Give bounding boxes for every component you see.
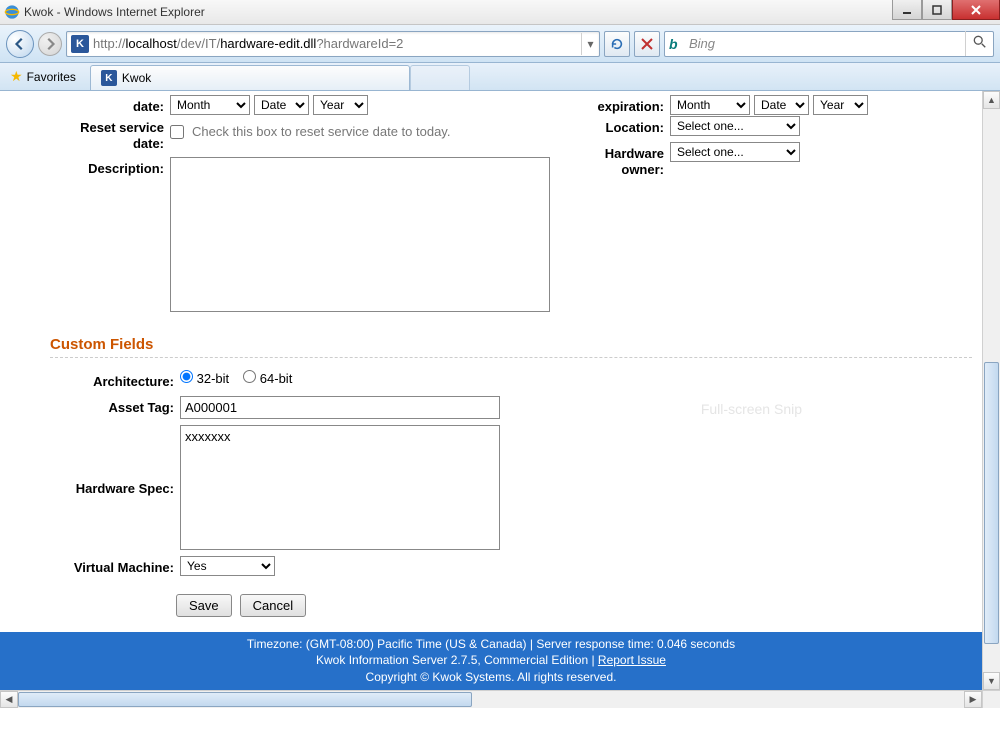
expiration-month-select[interactable]: Month: [670, 95, 750, 115]
stop-icon: [641, 38, 653, 50]
architecture-32bit-radio[interactable]: [180, 370, 193, 383]
window-title: Kwok - Windows Internet Explorer: [24, 5, 205, 19]
page-content: date: Month Date Year Reset servicedate:: [0, 91, 982, 617]
url-text[interactable]: http://localhost/dev/IT/hardware-edit.dl…: [93, 34, 581, 53]
description-label: Description:: [10, 157, 170, 177]
asset-tag-label: Asset Tag:: [20, 396, 180, 416]
reset-service-date-text: Check this box to reset service date to …: [192, 124, 450, 139]
magnifier-icon: [973, 35, 987, 49]
custom-fields-heading: Custom Fields: [50, 336, 972, 355]
architecture-label: Architecture:: [20, 370, 180, 390]
section-divider: [50, 357, 972, 358]
hardware-owner-label: Hardwareowner:: [570, 142, 670, 177]
cancel-button[interactable]: Cancel: [240, 594, 306, 617]
virtual-machine-select[interactable]: Yes: [180, 556, 275, 576]
window-controls: [892, 0, 1000, 20]
scroll-down-icon[interactable]: ▼: [983, 672, 1000, 690]
refresh-icon: [610, 37, 624, 51]
scroll-left-icon[interactable]: ◀: [0, 691, 18, 708]
footer-line1: Timezone: (GMT-08:00) Pacific Time (US &…: [0, 636, 982, 653]
location-label: Location:: [570, 116, 670, 136]
architecture-32bit-option[interactable]: 32-bit: [180, 370, 229, 386]
architecture-64bit-option[interactable]: 64-bit: [243, 370, 292, 386]
footer-line2: Kwok Information Server 2.7.5, Commercia…: [0, 652, 982, 669]
refresh-button[interactable]: [604, 31, 630, 57]
page-viewport: date: Month Date Year Reset servicedate:: [0, 91, 1000, 708]
tab-favicon: K: [101, 70, 117, 86]
expiration-date-select[interactable]: Date: [754, 95, 809, 115]
browser-navbar: K http://localhost/dev/IT/hardware-edit.…: [0, 25, 1000, 63]
site-favicon: K: [71, 35, 89, 53]
stop-button[interactable]: [634, 31, 660, 57]
page-footer: Timezone: (GMT-08:00) Pacific Time (US &…: [0, 632, 982, 690]
save-button[interactable]: Save: [176, 594, 232, 617]
forward-button[interactable]: [38, 32, 62, 56]
expiration-label: expiration:: [570, 95, 670, 115]
tab-title: Kwok: [122, 71, 151, 85]
favorites-button[interactable]: ★ Favorites: [0, 63, 86, 90]
hardware-spec-label: Hardware Spec:: [20, 477, 180, 497]
address-bar[interactable]: K http://localhost/dev/IT/hardware-edit.…: [66, 31, 600, 57]
scrollbar-corner: [982, 690, 1000, 708]
date-month-select[interactable]: Month: [170, 95, 250, 115]
favorites-bar: ★ Favorites K Kwok: [0, 63, 1000, 91]
arrow-left-icon: [13, 37, 27, 51]
new-tab-button[interactable]: [410, 65, 470, 90]
vertical-scrollbar[interactable]: ▲ ▼: [982, 91, 1000, 690]
date-year-select[interactable]: Year: [313, 95, 368, 115]
horizontal-scrollbar[interactable]: ◀ ▶: [0, 690, 982, 708]
window-titlebar: Kwok - Windows Internet Explorer: [0, 0, 1000, 25]
hardware-spec-textarea[interactable]: xxxxxxx: [180, 425, 500, 550]
favorites-label: Favorites: [27, 70, 76, 84]
report-issue-link[interactable]: Report Issue: [598, 653, 666, 667]
location-select[interactable]: Select one...: [670, 116, 800, 136]
back-button[interactable]: [6, 30, 34, 58]
bing-icon: b: [669, 36, 685, 52]
reset-service-date-checkbox[interactable]: [170, 125, 184, 139]
expiration-year-select[interactable]: Year: [813, 95, 868, 115]
date-label: date:: [10, 95, 170, 115]
virtual-machine-label: Virtual Machine:: [20, 556, 180, 576]
maximize-button[interactable]: [922, 0, 952, 20]
search-submit-icon[interactable]: [965, 31, 993, 56]
footer-line3: Copyright © Kwok Systems. All rights res…: [0, 669, 982, 686]
arrow-right-icon: [43, 37, 57, 51]
reset-service-date-label: Reset servicedate:: [10, 116, 170, 151]
address-dropdown-icon[interactable]: ▾: [581, 33, 599, 55]
hardware-owner-select[interactable]: Select one...: [670, 142, 800, 162]
description-textarea[interactable]: [170, 157, 550, 312]
search-bar[interactable]: b: [664, 31, 994, 57]
scroll-up-icon[interactable]: ▲: [983, 91, 1000, 109]
browser-tab[interactable]: K Kwok: [90, 65, 410, 90]
close-button[interactable]: [952, 0, 1000, 20]
vertical-scroll-thumb[interactable]: [984, 362, 999, 644]
ie-icon: [4, 4, 20, 20]
architecture-64bit-radio[interactable]: [243, 370, 256, 383]
star-icon: ★: [10, 68, 23, 85]
date-date-select[interactable]: Date: [254, 95, 309, 115]
minimize-button[interactable]: [892, 0, 922, 20]
scroll-right-icon[interactable]: ▶: [964, 691, 982, 708]
asset-tag-input[interactable]: [180, 396, 500, 419]
horizontal-scroll-thumb[interactable]: [18, 692, 472, 707]
search-input[interactable]: [689, 36, 965, 51]
